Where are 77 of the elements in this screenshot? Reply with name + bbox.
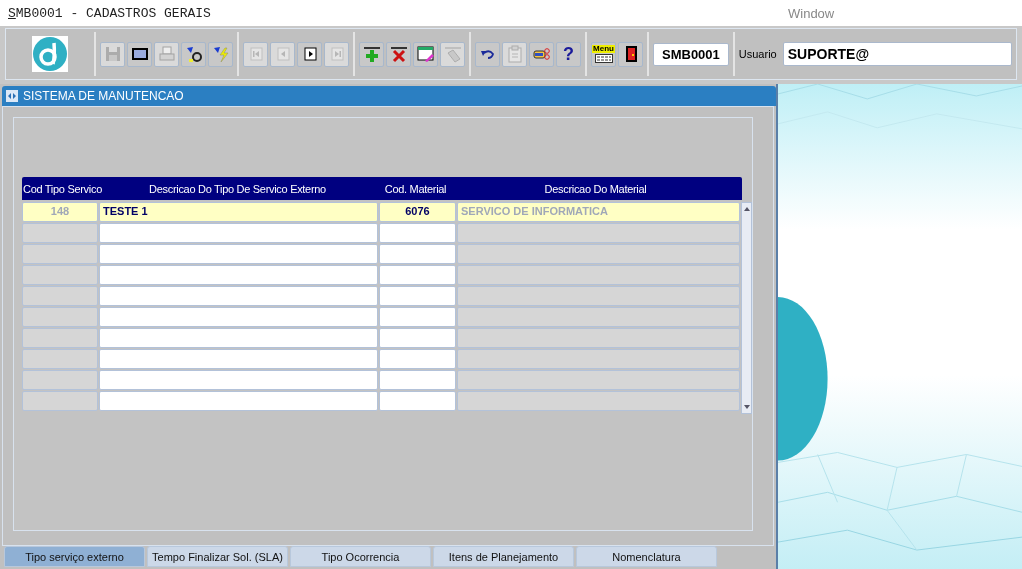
table-cell[interactable]	[379, 307, 456, 327]
table-cell[interactable]	[99, 349, 378, 369]
eraser-icon	[443, 45, 462, 63]
help-button[interactable]: ?	[556, 41, 581, 67]
edit-button[interactable]	[413, 41, 438, 67]
plus-icon	[362, 45, 381, 63]
tab[interactable]: Tipo serviço externo	[4, 546, 145, 567]
table-cell[interactable]	[457, 391, 740, 411]
column-header: Descricao Do Material	[543, 182, 648, 195]
logo-icon	[32, 36, 68, 72]
tab[interactable]: Tipo Ocorrencia	[290, 546, 431, 567]
cross-icon	[389, 45, 408, 63]
table-cell[interactable]	[99, 265, 378, 285]
tab[interactable]: Nomenclatura	[576, 546, 717, 567]
table-cell[interactable]	[22, 349, 98, 369]
printer-icon	[157, 45, 176, 63]
display-button[interactable]	[127, 41, 152, 67]
table-cell[interactable]	[22, 265, 98, 285]
table-cell[interactable]: 6076	[379, 202, 456, 222]
window-icon	[6, 90, 18, 102]
form-code-field: SMB0001	[653, 42, 729, 66]
table-cell[interactable]: TESTE 1	[99, 202, 378, 222]
table-cell[interactable]	[379, 286, 456, 306]
table-cell[interactable]	[99, 328, 378, 348]
lightning-icon	[211, 45, 230, 63]
table-cell[interactable]	[457, 349, 740, 369]
undo-button[interactable]	[475, 41, 500, 67]
user-field[interactable]: SUPORTE@	[782, 42, 1012, 66]
table-cell[interactable]	[22, 307, 98, 327]
table-cell[interactable]	[22, 223, 98, 243]
table-cell[interactable]	[457, 370, 740, 390]
monitor-icon	[130, 45, 149, 63]
table-cell[interactable]	[457, 307, 740, 327]
menu-list-icon	[594, 54, 613, 63]
clipboard-icon	[505, 45, 524, 63]
window-title: SMB0001 - CADASTROS GERAIS	[8, 5, 212, 21]
tab[interactable]: Itens de Planejamento	[433, 546, 574, 567]
table-cell[interactable]	[457, 286, 740, 306]
scroll-up-icon[interactable]	[741, 205, 752, 213]
scroll-down-icon[interactable]	[741, 403, 752, 411]
table-cell[interactable]	[457, 328, 740, 348]
delete-button[interactable]	[386, 41, 411, 67]
user-label: Usuario	[738, 48, 777, 60]
table-cell[interactable]	[379, 370, 456, 390]
window-menu[interactable]: Window	[788, 5, 835, 21]
table-cell[interactable]	[379, 391, 456, 411]
inner-window-title: SISTEMA DE MANUTENCAO	[23, 89, 184, 103]
table-cell[interactable]	[457, 223, 740, 243]
next-button[interactable]	[297, 41, 322, 67]
table-cell[interactable]	[99, 307, 378, 327]
table-cell[interactable]	[379, 244, 456, 264]
table-cell[interactable]	[379, 265, 456, 285]
table-cell[interactable]	[457, 244, 740, 264]
scrollbar[interactable]	[741, 202, 752, 414]
table-cell[interactable]	[379, 328, 456, 348]
query-button[interactable]	[181, 41, 206, 67]
menu-button[interactable]: Menu	[591, 41, 616, 67]
table-cell[interactable]	[99, 223, 378, 243]
column-header: Cod. Material	[383, 182, 448, 195]
table-cell[interactable]	[99, 370, 378, 390]
hand-button[interactable]	[529, 41, 554, 67]
table-cell[interactable]	[379, 349, 456, 369]
table-cell[interactable]	[99, 391, 378, 411]
table-cell[interactable]	[22, 244, 98, 264]
table-cell[interactable]	[379, 223, 456, 243]
table-cell[interactable]	[22, 286, 98, 306]
exit-button[interactable]	[618, 41, 643, 67]
table-cell[interactable]	[99, 244, 378, 264]
table-cell[interactable]	[457, 265, 740, 285]
table-cell[interactable]	[22, 391, 98, 411]
tab[interactable]: Tempo Finalizar Sol. (SLA)	[147, 546, 288, 567]
table-cell[interactable]	[99, 286, 378, 306]
table-cell[interactable]	[22, 328, 98, 348]
add-button[interactable]	[359, 41, 384, 67]
table-cell[interactable]	[22, 370, 98, 390]
window-pencil-icon	[416, 45, 435, 63]
execute-button[interactable]	[208, 41, 233, 67]
